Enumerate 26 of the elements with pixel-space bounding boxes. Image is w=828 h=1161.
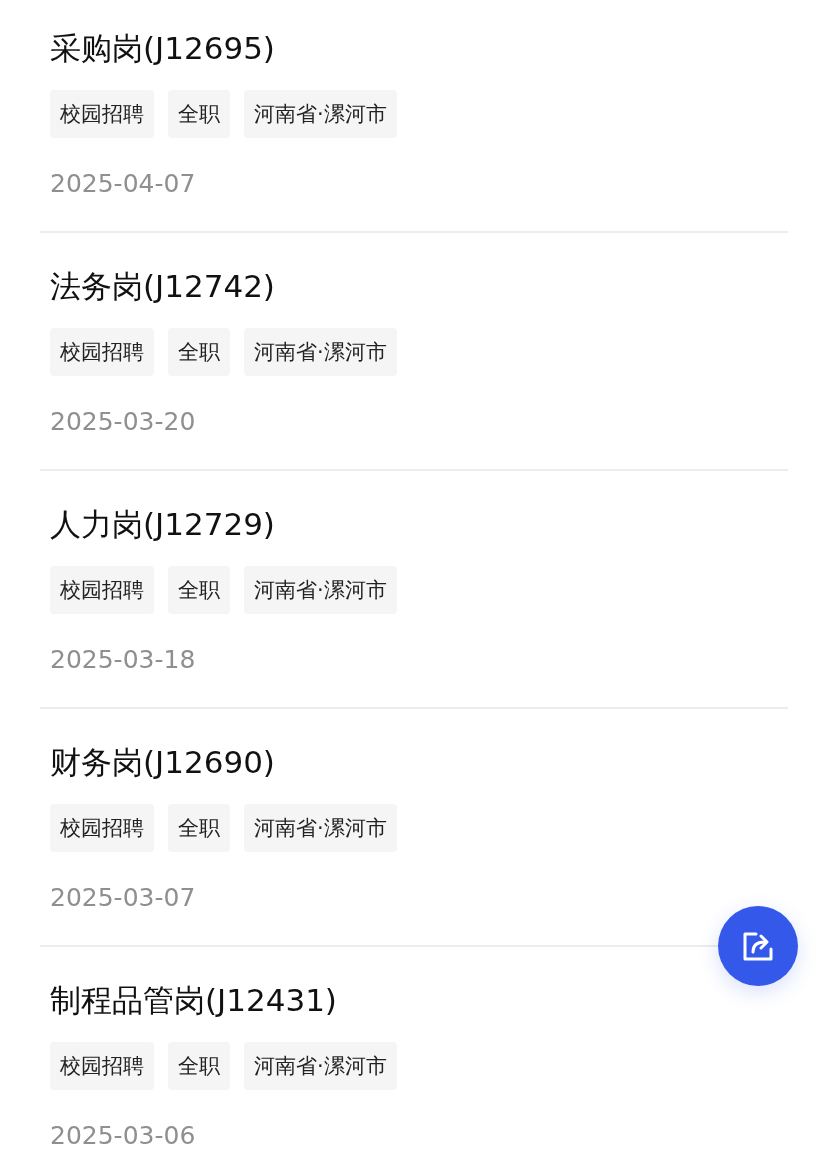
job-title[interactable]: 制程品管岗(J12431) (50, 979, 778, 1021)
job-tag: 全职 (168, 90, 230, 138)
post-date: 2025-03-18 (50, 644, 197, 676)
job-title[interactable]: 采购岗(J12695) (50, 27, 778, 69)
job-tag: 河南省·漯河市 (244, 566, 397, 614)
job-tag: 河南省·漯河市 (244, 328, 397, 376)
job-tag: 校园招聘 (50, 90, 154, 138)
job-tag: 全职 (168, 566, 230, 614)
job-tag: 校园招聘 (50, 566, 154, 614)
job-tag: 河南省·漯河市 (244, 90, 397, 138)
job-tag: 河南省·漯河市 (244, 1042, 397, 1090)
share-icon (742, 930, 774, 962)
job-title[interactable]: 财务岗(J12690) (50, 741, 778, 783)
job-tag: 校园招聘 (50, 804, 154, 852)
job-tag: 全职 (168, 804, 230, 852)
job-tag: 校园招聘 (50, 328, 154, 376)
job-title[interactable]: 法务岗(J12742) (50, 265, 778, 307)
job-tag: 河南省·漯河市 (244, 804, 397, 852)
job-tag: 全职 (168, 1042, 230, 1090)
job-title[interactable]: 人力岗(J12729) (50, 503, 778, 545)
job-tag: 校园招聘 (50, 1042, 154, 1090)
post-date: 2025-03-07 (50, 882, 197, 914)
post-date: 2025-03-20 (50, 406, 197, 438)
job-tag: 全职 (168, 328, 230, 376)
post-date: 2025-04-07 (50, 168, 197, 200)
post-date: 2025-03-06 (50, 1120, 197, 1152)
